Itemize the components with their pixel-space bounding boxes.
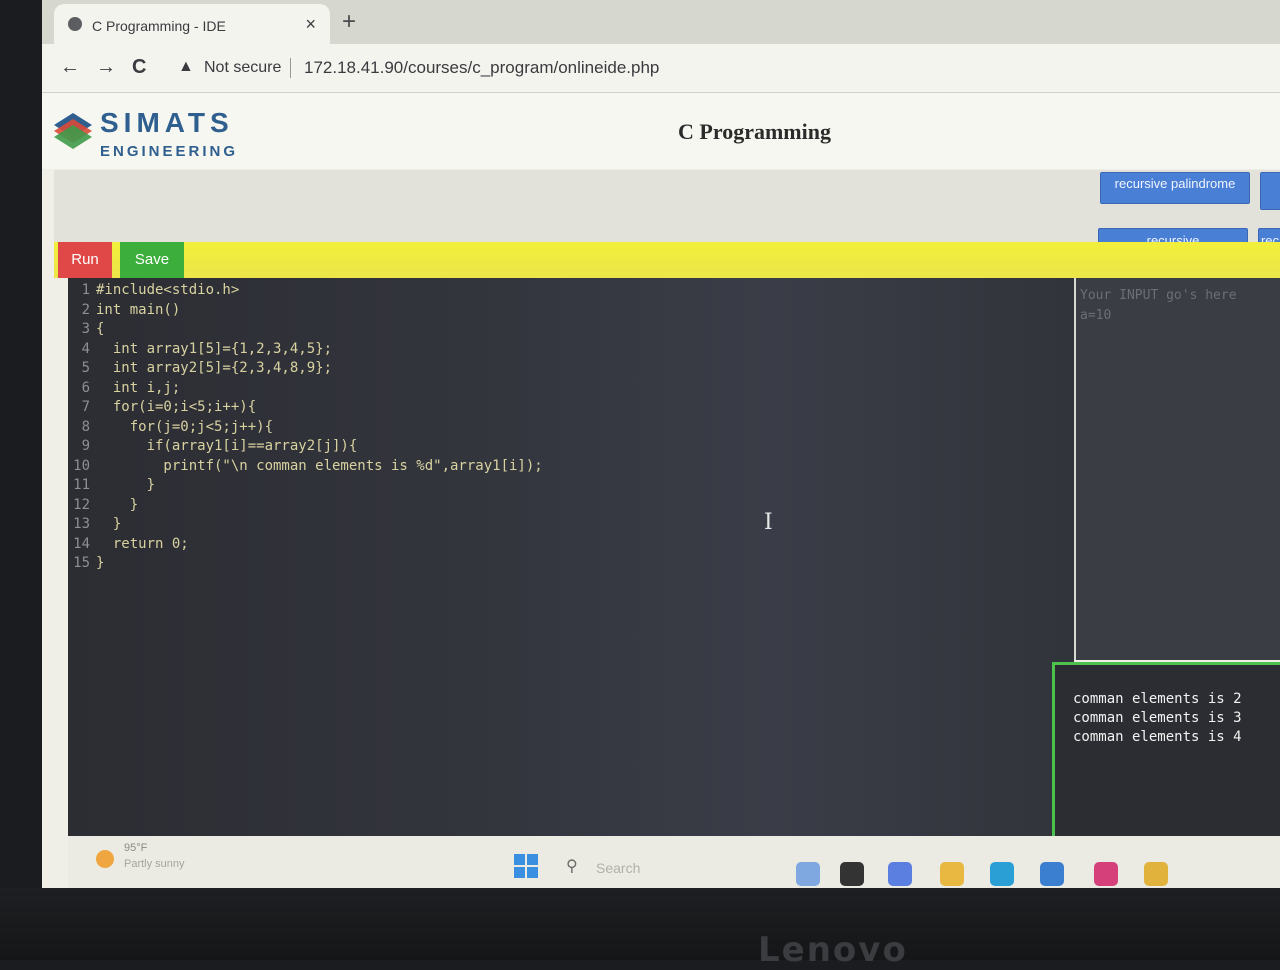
input-value[interactable]: a=10 xyxy=(1080,308,1111,323)
program-button-recursive-palindrome[interactable]: recursive palindrome xyxy=(1100,172,1250,204)
line-number: 14 xyxy=(73,535,90,552)
store-icon[interactable] xyxy=(1040,862,1064,886)
output-line: comman elements is 4 xyxy=(1073,729,1242,745)
line-number: 12 xyxy=(73,496,90,513)
line-code[interactable]: int i,j; xyxy=(96,380,180,396)
code-line[interactable]: 4 int array1[5]={1,2,3,4,5}; xyxy=(68,341,543,361)
output-line: comman elements is 2 xyxy=(1073,691,1242,707)
warning-triangle-icon[interactable]: ▲ xyxy=(178,58,194,76)
line-code[interactable]: int array2[5]={2,3,4,8,9}; xyxy=(96,360,332,376)
file-explorer-taskview-icon[interactable] xyxy=(840,862,864,886)
line-number: 13 xyxy=(73,516,90,532)
url-separator xyxy=(290,58,291,78)
line-number: 5 xyxy=(81,360,90,376)
line-code[interactable]: } xyxy=(96,516,121,532)
chrome-icon[interactable] xyxy=(1144,862,1168,886)
instagram-icon[interactable] xyxy=(1094,862,1118,886)
taskbar: 95°F Partly sunny ⚲ Search xyxy=(68,836,1280,890)
code-line[interactable]: 1 #include<stdio.h> xyxy=(68,282,543,302)
tab-title: C Programming - IDE xyxy=(92,18,226,34)
input-panel[interactable]: Your INPUT go's here a=10 xyxy=(1074,278,1280,660)
code-line[interactable]: 3{ xyxy=(68,321,543,341)
code-line[interactable]: 5 int array2[5]={2,3,4,8,9}; xyxy=(68,360,543,380)
line-code[interactable]: } xyxy=(96,477,155,493)
line-code[interactable]: if(array1[i]==array2[j]){ xyxy=(96,438,358,454)
editor-toolbar xyxy=(54,242,1280,278)
line-code[interactable]: #include<stdio.h> xyxy=(96,282,239,298)
forward-arrow-icon[interactable]: → xyxy=(96,56,116,79)
logo-text-bottom: ENGINEERING xyxy=(100,143,239,160)
weather-sun-icon[interactable] xyxy=(96,850,114,868)
bing-icon[interactable] xyxy=(796,862,820,886)
monitor-bezel xyxy=(0,888,1280,960)
code-lines[interactable]: 1 #include<stdio.h> 2 int main() 3{4 int arr… xyxy=(68,282,543,575)
line-number: 8 xyxy=(81,418,90,435)
output-line: comman elements is 3 xyxy=(1073,710,1242,726)
page-header: SIMATS ENGINEERING C Programming xyxy=(42,93,1280,169)
code-line[interactable]: 11 } xyxy=(68,477,543,497)
code-line[interactable]: 15} xyxy=(68,555,543,575)
line-number: 2 xyxy=(81,301,90,318)
text-cursor-icon: I xyxy=(764,510,773,535)
line-code[interactable]: { xyxy=(96,321,104,337)
save-button[interactable]: Save xyxy=(120,242,184,278)
code-editor[interactable]: 1 #include<stdio.h> 2 int main() 3{4 int arr… xyxy=(68,278,1074,836)
weather-temperature[interactable]: 95°F xyxy=(124,842,147,854)
line-code[interactable]: int main() xyxy=(96,302,180,318)
tab-close-icon[interactable]: × xyxy=(305,14,316,35)
simats-logo-icon xyxy=(54,113,92,149)
new-tab-icon[interactable]: + xyxy=(342,8,356,36)
line-number: 10 xyxy=(73,457,90,474)
input-placeholder[interactable]: Your INPUT go's here xyxy=(1080,288,1237,303)
output-panel: comman elements is 2 comman elements is … xyxy=(1052,662,1280,857)
monitor-screen: C Programming - IDE × + ← → C ▲ Not secu… xyxy=(42,0,1280,890)
code-line[interactable]: 9 if(array1[i]==array2[j]){ xyxy=(68,438,543,458)
line-number: 15 xyxy=(73,555,90,571)
monitor-brand: Lenovo xyxy=(758,930,908,970)
program-list-area xyxy=(54,170,1280,242)
program-button-partial[interactable] xyxy=(1260,172,1280,210)
browser-tab[interactable]: C Programming - IDE × xyxy=(54,4,330,44)
browser-tab-bar: C Programming - IDE × + xyxy=(42,0,1280,44)
code-line[interactable]: 7 for(i=0;i<5;i++){ xyxy=(68,399,543,419)
logo-text-top: SIMATS xyxy=(100,107,234,138)
folder-icon[interactable] xyxy=(940,862,964,886)
edge-icon[interactable] xyxy=(990,862,1014,886)
search-icon[interactable]: ⚲ xyxy=(566,856,578,876)
line-code[interactable]: } xyxy=(96,555,104,571)
security-status[interactable]: Not secure xyxy=(204,59,281,77)
taskbar-search-input[interactable]: Search xyxy=(596,860,640,876)
code-line[interactable]: 10 printf("\n comman elements is %d",arr… xyxy=(68,458,543,478)
code-line[interactable]: 8 for(j=0;j<5;j++){ xyxy=(68,419,543,439)
line-code[interactable]: for(i=0;i<5;i++){ xyxy=(96,399,256,415)
code-line[interactable]: 13 } xyxy=(68,516,543,536)
page-title: C Programming xyxy=(678,119,831,144)
url-field[interactable]: 172.18.41.90/courses/c_program/onlineide… xyxy=(304,58,659,78)
run-button[interactable]: Run xyxy=(58,242,112,278)
line-number: 3 xyxy=(81,321,90,337)
line-number: 7 xyxy=(81,399,90,415)
chat-icon[interactable] xyxy=(888,862,912,886)
line-code[interactable]: printf("\n comman elements is %d",array1… xyxy=(96,458,542,474)
line-number: 11 xyxy=(73,477,90,493)
line-number: 9 xyxy=(81,438,90,454)
code-line[interactable]: 6 int i,j; xyxy=(68,380,543,400)
windows-start-icon[interactable] xyxy=(514,854,538,878)
address-bar: ← → C ▲ Not secure 172.18.41.90/courses/… xyxy=(42,44,1280,93)
weather-description[interactable]: Partly sunny xyxy=(124,858,185,870)
line-number: 4 xyxy=(81,340,90,357)
line-code[interactable]: for(j=0;j<5;j++){ xyxy=(96,419,273,435)
line-number: 6 xyxy=(81,379,90,396)
code-line[interactable]: 2 int main() xyxy=(68,302,543,322)
line-code[interactable]: } xyxy=(96,497,138,513)
favicon-icon xyxy=(68,17,82,31)
reload-icon[interactable]: C xyxy=(132,56,146,79)
line-number: 1 xyxy=(81,282,90,298)
code-line[interactable]: 14 return 0; xyxy=(68,536,543,556)
line-code[interactable]: return 0; xyxy=(96,536,189,552)
back-arrow-icon[interactable]: ← xyxy=(60,56,80,79)
code-line[interactable]: 12 } xyxy=(68,497,543,517)
line-code[interactable]: int array1[5]={1,2,3,4,5}; xyxy=(96,341,332,357)
